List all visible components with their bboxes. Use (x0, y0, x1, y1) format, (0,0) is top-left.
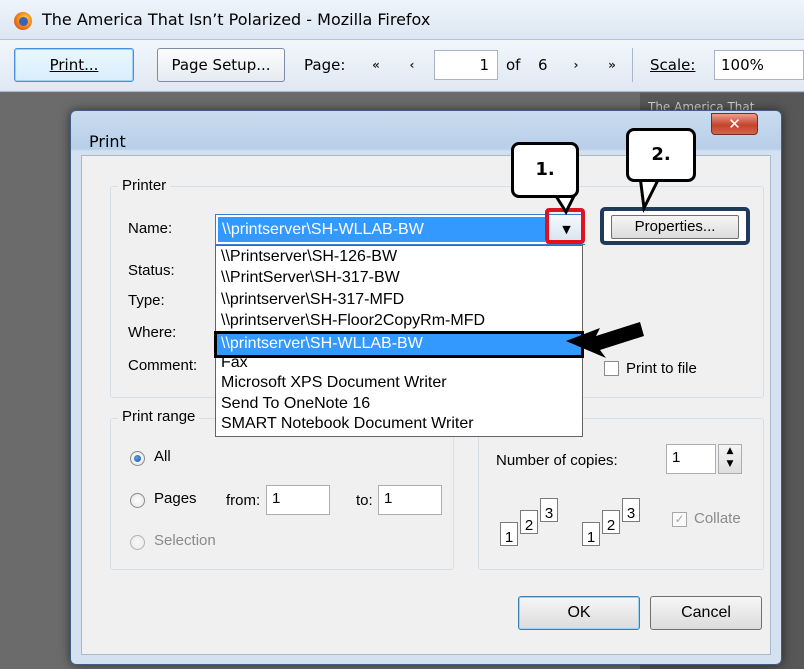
callout-1-pointer (553, 194, 577, 216)
callout-pointers (553, 174, 663, 358)
arrow-pointer-icon (566, 322, 644, 358)
callout-2: 2. (626, 128, 696, 182)
callout-1: 1. (511, 142, 579, 198)
